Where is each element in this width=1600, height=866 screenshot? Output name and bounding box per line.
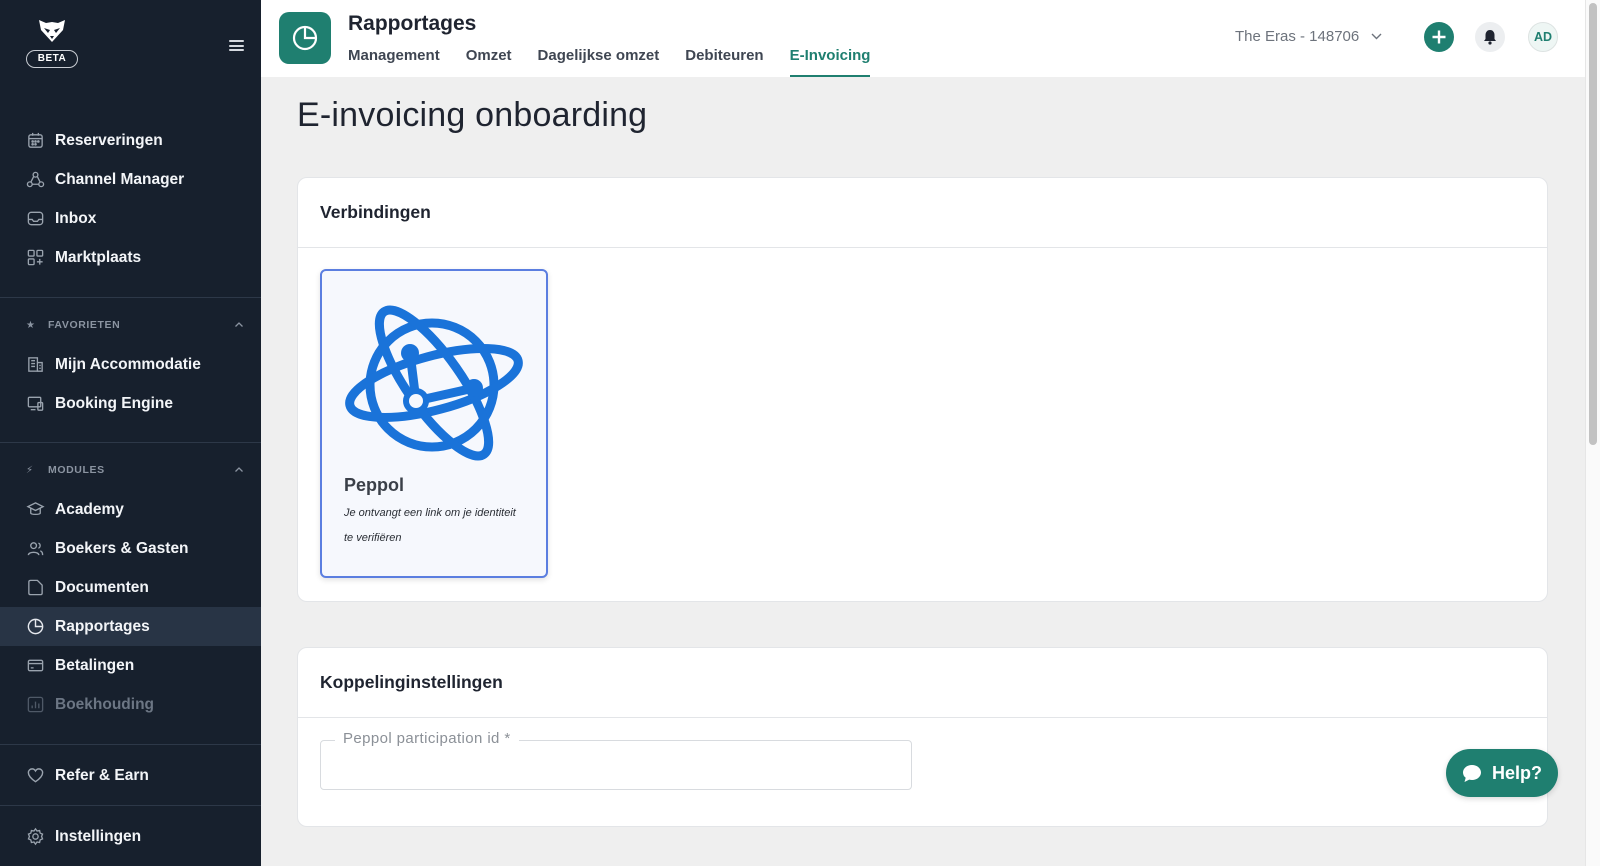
sidebar-item-label: Marktplaats (55, 248, 142, 266)
sidebar-item-documenten[interactable]: Documenten (0, 568, 261, 607)
star-icon: ★ (26, 319, 36, 331)
sidebar-item-label: Reserveringen (55, 131, 163, 149)
add-button[interactable] (1424, 22, 1454, 52)
tab-omzet[interactable]: Omzet (466, 47, 512, 77)
gear-icon (26, 827, 45, 846)
sidebar-item-label: Refer & Earn (55, 766, 149, 784)
sidebar-item-inbox[interactable]: Inbox (0, 199, 261, 238)
fox-logo-icon (39, 20, 65, 42)
page-title: E-invoicing onboarding (297, 96, 648, 134)
chat-bubble-icon (1462, 764, 1481, 782)
peppol-logo-icon (345, 305, 523, 461)
sidebar-item-boekhouding[interactable]: Boekhouding (0, 685, 261, 724)
sidebar-item-label: Documenten (55, 578, 149, 596)
top-bar: Rapportages Management Omzet Dagelijkse … (261, 0, 1585, 77)
report-tabs: Management Omzet Dagelijkse omzet Debite… (348, 47, 896, 77)
chevron-up-icon (235, 322, 243, 327)
help-chat-button[interactable]: Help? (1446, 749, 1558, 797)
connections-card-title: Verbindingen (298, 178, 1547, 248)
sidebar-item-label: Boekhouding (55, 695, 155, 713)
sidebar-item-label: Rapportages (55, 617, 150, 635)
sidebar-divider (0, 744, 261, 745)
channel-manager-icon (26, 170, 45, 189)
sidebar-divider (0, 442, 261, 443)
sidebar-item-refer-earn[interactable]: Refer & Earn (0, 756, 261, 795)
sidebar-item-mijn-accommodatie[interactable]: Mijn Accommodatie (0, 345, 261, 384)
heart-icon (26, 766, 45, 785)
apps-grid-icon (26, 248, 45, 267)
sidebar-item-label: Boekers & Gasten (55, 539, 189, 557)
peppol-participation-id-input[interactable] (321, 741, 911, 789)
sidebar-divider (0, 805, 261, 806)
pie-chart-icon (292, 25, 318, 51)
pie-chart-icon (26, 617, 45, 636)
sidebar-item-label: Academy (55, 500, 124, 518)
devices-icon (26, 394, 45, 413)
plus-icon (1432, 30, 1446, 44)
sidebar-item-academy[interactable]: Academy (0, 490, 261, 529)
tab-management[interactable]: Management (348, 47, 440, 77)
credit-card-icon (26, 656, 45, 675)
page-section-title: Rapportages (348, 12, 477, 35)
sidebar-item-betalingen[interactable]: Betalingen (0, 646, 261, 685)
sidebar-item-label: Betalingen (55, 656, 135, 674)
inbox-icon (26, 209, 45, 228)
sidebar-item-boekers-gasten[interactable]: Boekers & Gasten (0, 529, 261, 568)
connections-card: Verbindingen Peppol Je ontvangt een link… (297, 177, 1548, 602)
users-icon (26, 539, 45, 558)
graduation-icon (26, 500, 45, 519)
link-settings-card-title: Koppelinginstellingen (298, 648, 1547, 718)
document-icon (26, 578, 45, 597)
property-selector-label: The Eras - 148706 (1235, 28, 1360, 45)
sidebar-item-label: Inbox (55, 209, 97, 227)
sidebar-divider (0, 297, 261, 298)
rapportages-app-icon (279, 12, 331, 64)
chevron-down-icon (1371, 33, 1382, 40)
user-avatar[interactable]: AD (1528, 22, 1558, 52)
favorites-section-header[interactable]: ★ FAVORIETEN (26, 317, 244, 333)
sidebar-item-label: Channel Manager (55, 170, 185, 188)
property-selector[interactable]: The Eras - 148706 (1235, 28, 1382, 45)
connection-name: Peppol (344, 475, 405, 495)
tab-e-invoicing[interactable]: E-Invoicing (789, 47, 871, 77)
modules-section-header[interactable]: ⚡ MODULES (26, 462, 244, 478)
sidebar-item-booking-engine[interactable]: Booking Engine (0, 384, 261, 423)
peppol-participation-id-field[interactable]: Peppol participation id * (320, 730, 912, 790)
scrollbar-thumb[interactable] (1589, 3, 1597, 445)
sidebar-item-label: Instellingen (55, 827, 142, 845)
chevron-up-icon (235, 467, 243, 472)
bar-chart-icon (26, 695, 45, 714)
notifications-button[interactable] (1475, 22, 1505, 52)
beta-badge: BETA (26, 50, 78, 68)
connection-description: Je ontvangt een link om je identiteit te… (344, 507, 516, 544)
tab-debiteuren[interactable]: Debiteuren (685, 47, 763, 77)
link-settings-card: Koppelinginstellingen Peppol participati… (297, 647, 1548, 827)
lightning-icon: ⚡ (26, 464, 34, 476)
modules-title: MODULES (48, 464, 105, 476)
tab-dagelijkse-omzet[interactable]: Dagelijkse omzet (538, 47, 660, 77)
brand-logo[interactable]: BETA (26, 18, 78, 68)
peppol-connection-tile[interactable]: Peppol Je ontvangt een link om je identi… (320, 269, 548, 578)
sidebar-item-marktplaats[interactable]: Marktplaats (0, 238, 261, 277)
page-scrollbar[interactable] (1585, 0, 1600, 866)
bell-icon (1484, 30, 1496, 45)
favorites-title: FAVORIETEN (48, 319, 121, 331)
sidebar: BETA Reserveringen Channel Manager Inbox… (0, 0, 261, 866)
sidebar-item-channel-manager[interactable]: Channel Manager (0, 160, 261, 199)
sidebar-item-instellingen[interactable]: Instellingen (0, 817, 261, 856)
calendar-icon (26, 131, 45, 150)
menu-toggle-icon[interactable] (229, 40, 244, 51)
sidebar-item-label: Mijn Accommodatie (55, 355, 201, 373)
sidebar-item-reserveringen[interactable]: Reserveringen (0, 121, 261, 160)
help-button-label: Help? (1491, 762, 1542, 783)
sidebar-item-rapportages[interactable]: Rapportages (0, 607, 261, 646)
sidebar-item-label: Booking Engine (55, 394, 173, 412)
building-icon (26, 355, 45, 374)
